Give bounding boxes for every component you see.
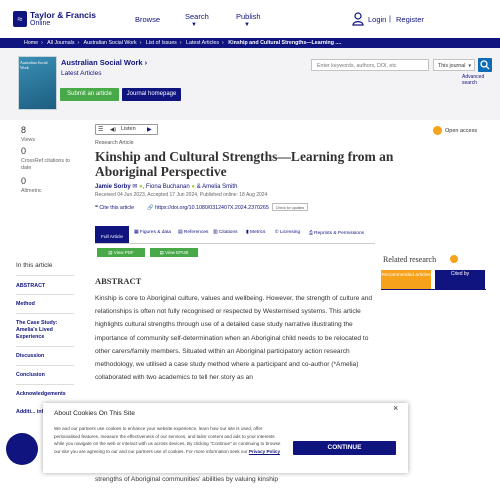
chevron-down-icon: ▼: [191, 22, 197, 28]
logo-title[interactable]: Taylor & Francis: [30, 10, 96, 20]
latest-articles-label: Latest Articles: [61, 70, 102, 77]
chevron-down-icon: ▼: [244, 22, 250, 28]
toc-item[interactable]: Conclusion: [16, 372, 74, 379]
article-dates: Received 04 Jun 2023, Accepted 17 Jun 20…: [95, 192, 268, 198]
privacy-policy-link[interactable]: Privacy Policy: [249, 449, 280, 454]
author-link[interactable]: Fiona Buchanan: [146, 184, 190, 190]
tab-reprints[interactable]: ⎙ Reprints & Permissions: [309, 230, 364, 236]
doi-link[interactable]: 🔗 https://doi.org/10.1080/0312407X.2024.…: [147, 205, 269, 211]
breadcrumb-home[interactable]: Home: [24, 40, 38, 46]
orcid-icon[interactable]: ●: [191, 184, 195, 190]
play-icon[interactable]: ▶: [147, 126, 152, 133]
toc-divider: [16, 346, 74, 347]
tab-figures[interactable]: ▦ Figures & data: [134, 230, 171, 235]
tab-full-article[interactable]: Full Article: [95, 226, 129, 243]
logo-subtitle[interactable]: Online: [30, 20, 50, 27]
speaker-icon: ◀): [110, 126, 117, 133]
check-updates-badge[interactable]: Check for updates: [272, 203, 308, 211]
crossref-label: CrossRef citations to date: [21, 158, 70, 171]
views-count: 8: [21, 125, 27, 135]
advanced-search-link[interactable]: Advanced search: [462, 74, 500, 86]
tab-citations[interactable]: ▥ Citations: [213, 230, 238, 235]
related-research-heading: Related research: [383, 255, 437, 264]
user-icon[interactable]: [352, 12, 364, 26]
tab-cited-by[interactable]: Cited by: [435, 270, 485, 289]
open-access-icon: [433, 126, 442, 135]
author-list: Jamie Sorby ✉ ●, Fiona Buchanan ● & Amel…: [95, 184, 238, 190]
toc-divider: [16, 365, 74, 366]
view-pdf-button[interactable]: ▤ View PDF: [97, 248, 145, 257]
breadcrumb-current: Kinship and Cultural Strengths—Learning …: [228, 39, 342, 46]
abstract-heading: ABSTRACT: [95, 276, 142, 286]
breadcrumb: Home › All Journals › Australian Social Wo…: [24, 39, 342, 46]
views-label: Views: [21, 137, 36, 143]
toc-divider: [16, 313, 74, 314]
separator: |: [389, 14, 391, 23]
author-link[interactable]: Jamie Sorby: [95, 184, 131, 190]
toc-item[interactable]: ABSTRACT: [16, 283, 74, 290]
submit-article-button[interactable]: Submit an article: [60, 88, 119, 101]
view-epub-button[interactable]: ▤ View EPUB: [150, 248, 198, 257]
tab-references[interactable]: ▤ References: [178, 230, 208, 235]
crossref-count: 0: [21, 146, 27, 156]
nav-browse[interactable]: Browse: [135, 15, 160, 24]
related-divider: [381, 289, 486, 290]
orcid-icon[interactable]: ●: [139, 184, 143, 190]
nav-publish[interactable]: Publish: [236, 12, 261, 21]
register-link[interactable]: Register: [396, 15, 424, 24]
nav-search[interactable]: Search: [185, 12, 209, 21]
info-icon[interactable]: [450, 255, 458, 263]
listen-label[interactable]: Listen: [121, 126, 136, 132]
search-button[interactable]: [478, 58, 492, 72]
amp: &: [196, 184, 201, 190]
search-input[interactable]: Enter keywords, authors, DOI, etc: [311, 59, 429, 71]
breadcrumb-latest[interactable]: Latest Articles: [186, 40, 219, 46]
toc-divider: [16, 384, 74, 385]
journal-name[interactable]: Australian Social Work ›: [61, 58, 147, 67]
author-link[interactable]: Amelia Smith: [202, 184, 237, 190]
cookie-title: About Cookies On This Site: [54, 410, 135, 417]
close-icon[interactable]: ×: [393, 403, 398, 413]
abstract-body: Kinship is core to Aboriginal culture, v…: [95, 295, 373, 382]
link-icon: 🔗: [147, 205, 156, 211]
cookie-continue-button[interactable]: CONTINUE: [293, 441, 396, 455]
cite-article-link[interactable]: ❝ Cite this article: [95, 205, 134, 211]
toc-item[interactable]: Acknowledgements: [16, 391, 74, 398]
toc-divider: [16, 275, 74, 276]
toc-item[interactable]: The Case Study: Amelia's Lived Experienc…: [16, 320, 74, 341]
cookie-text: We and our partners use cookies to enhan…: [54, 426, 281, 454]
login-link[interactable]: Login: [368, 15, 386, 24]
search-scope-select[interactable]: This journal ▾: [433, 59, 475, 71]
toc-divider: [16, 294, 74, 295]
tab-recommended-articles[interactable]: Recommended articles: [381, 270, 431, 289]
breadcrumb-all-journals[interactable]: All Journals: [47, 40, 74, 46]
toc-heading: In this article: [16, 262, 53, 269]
altmetric-label: Altmetric: [21, 188, 42, 194]
search-icon: [480, 60, 490, 70]
breadcrumb-journal[interactable]: Australian Social Work: [83, 40, 136, 46]
tab-metrics[interactable]: ▮ Metrics: [246, 230, 265, 235]
toc-item[interactable]: Discussion: [16, 353, 74, 360]
journal-homepage-button[interactable]: Journal homepage: [122, 88, 181, 101]
menu-icon[interactable]: ☰: [98, 126, 103, 133]
cover-title: Australian Social Work: [20, 60, 48, 70]
tabs-divider: [95, 243, 375, 244]
tab-licensing[interactable]: © Licensing: [275, 230, 300, 235]
article-type: Research Article: [95, 140, 134, 146]
article-title: Kinship and Cultural Strengths—Learning …: [95, 149, 394, 179]
email-icon[interactable]: ✉: [132, 184, 137, 190]
breadcrumb-issues[interactable]: List of Issues: [146, 40, 177, 46]
taylor-francis-logo-icon[interactable]: ≈: [13, 11, 27, 27]
toc-item[interactable]: Method: [16, 301, 74, 308]
altmetric-count: 0: [21, 176, 27, 186]
accessibility-floating-icon[interactable]: [6, 433, 38, 465]
open-access-label: Open access: [445, 128, 478, 134]
